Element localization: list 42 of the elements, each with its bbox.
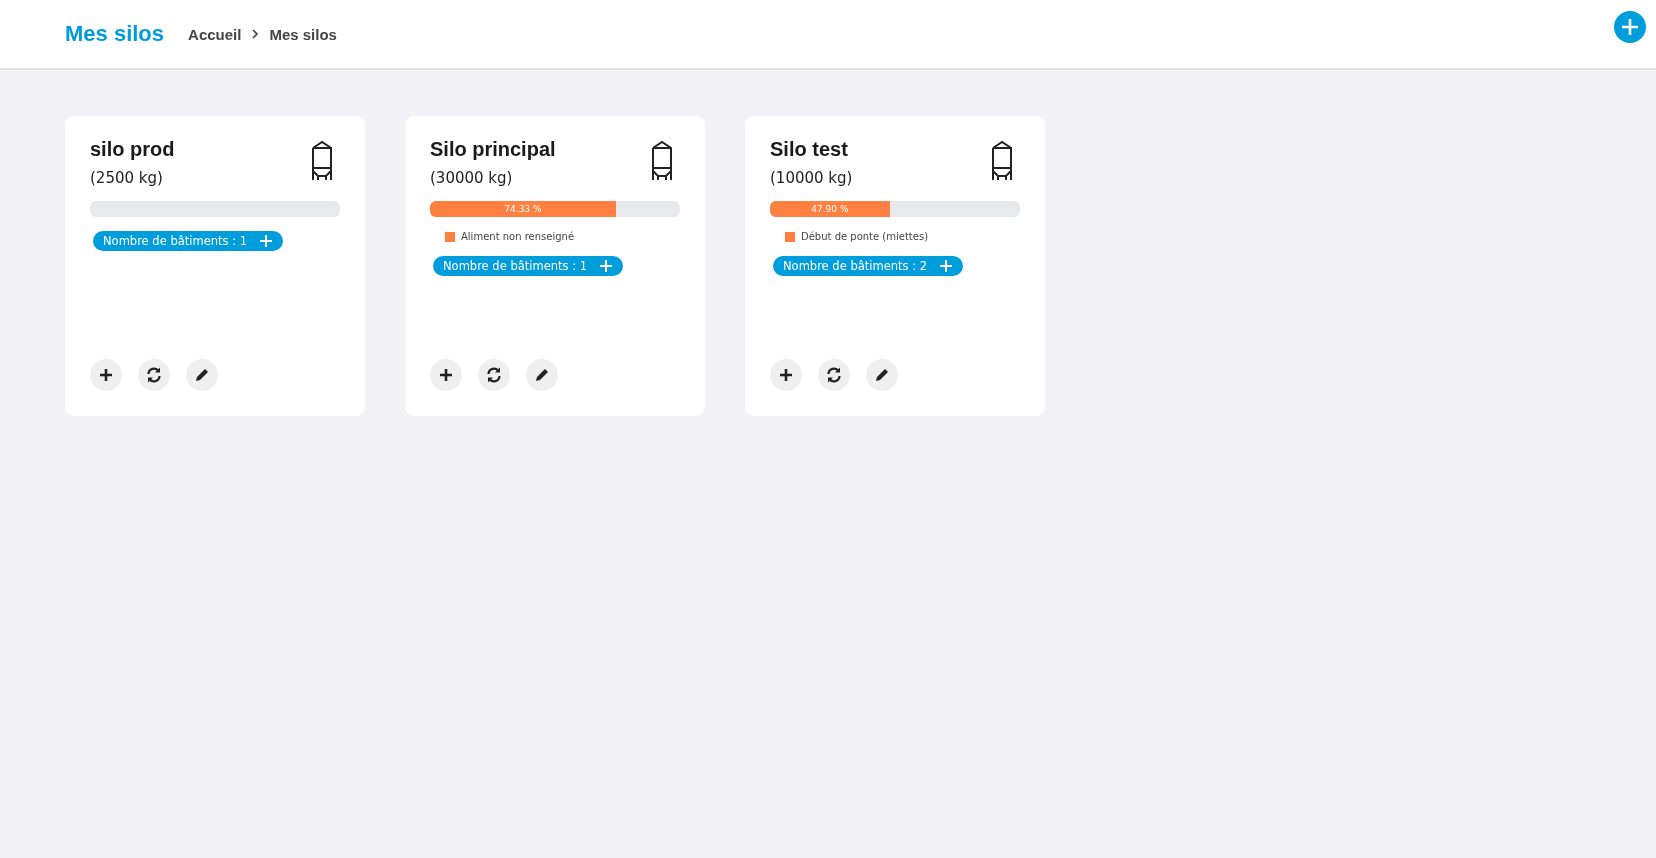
plus-icon [599,259,613,273]
feed-label: Aliment non renseigné [461,231,575,242]
refresh-icon [145,366,163,384]
refresh-button[interactable] [138,359,170,391]
plus-icon [259,234,273,248]
buildings-button[interactable]: Nombre de bâtiments : 2 [773,256,963,276]
pencil-icon [874,367,890,383]
silo-capacity: (30000 kg) [430,169,514,187]
plus-icon [99,368,113,382]
silo-name: Silo principal [430,138,556,161]
plus-icon [439,368,453,382]
add-button[interactable] [770,359,802,391]
silo-icon [310,140,334,180]
breadcrumb-link[interactable]: Accueil [188,25,242,43]
add-button[interactable] [90,359,122,391]
buildings-button[interactable]: Nombre de bâtiments : 1 [93,231,283,251]
silo-icon [990,140,1014,180]
edit-button[interactable] [186,359,218,391]
feed-label: Début de ponte (miettes) [801,231,929,242]
edit-button[interactable] [866,359,898,391]
chevron-icon [251,28,260,40]
page-title: Mes silos [65,21,165,47]
refresh-button[interactable] [478,359,510,391]
edit-button[interactable] [526,359,558,391]
refresh-icon [825,366,843,384]
refresh-icon [485,366,503,384]
silo-capacity: (2500 kg) [90,169,164,187]
add-icon[interactable] [1614,11,1646,43]
silo-capacity: (10000 kg) [770,169,853,187]
breadcrumb-link[interactable]: Mes silos [269,25,337,43]
fill-percent: 47.90 % [811,204,849,214]
refresh-button[interactable] [818,359,850,391]
pencil-icon [194,367,210,383]
plus-icon [779,368,793,382]
silo-name: silo prod [90,138,175,161]
silo-name: Silo test [770,138,849,161]
pencil-icon [534,367,550,383]
silo-icon [650,140,674,180]
fill-percent: 74.33 % [504,204,542,214]
add-button[interactable] [430,359,462,391]
plus-icon [939,259,953,273]
buildings-button[interactable]: Nombre de bâtiments : 1 [433,256,623,276]
